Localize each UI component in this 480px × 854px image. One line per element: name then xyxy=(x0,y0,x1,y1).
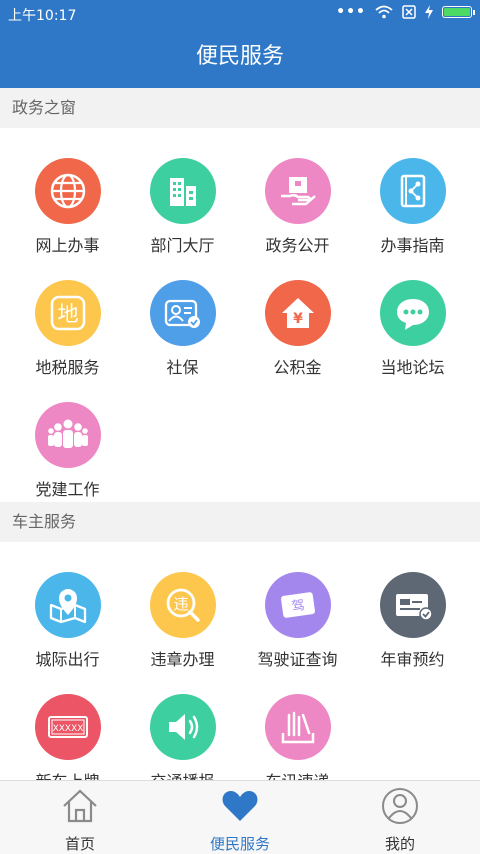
tab-label: 首页 xyxy=(64,835,95,853)
service-label: 社保 xyxy=(166,358,199,377)
service-tile[interactable]: 地地税服务 xyxy=(10,280,125,378)
tab-heart[interactable]: 便民服务 xyxy=(160,781,320,854)
charging-icon xyxy=(425,5,433,19)
service-label: 党建工作 xyxy=(35,480,100,499)
service-tile[interactable]: 年审预约 xyxy=(355,572,470,670)
service-label: 当地论坛 xyxy=(380,358,445,377)
people-group-icon xyxy=(34,402,101,468)
chat-bubble-icon xyxy=(379,280,446,346)
home-icon xyxy=(60,787,100,829)
service-label: 公积金 xyxy=(273,358,322,377)
wifi-icon xyxy=(375,5,393,19)
services-scroll[interactable]: 政务之窗 网上办事 部门大厅 政务公开 办事指南地地税服务 社保 ¥ 公积金 当地论坛 党建工作车… xyxy=(0,88,480,780)
service-label: 地税服务 xyxy=(35,358,100,377)
no-sim-icon xyxy=(402,5,416,19)
service-label: 办事指南 xyxy=(380,236,445,255)
license-card-icon: 驾 xyxy=(264,572,331,638)
bottom-tab-bar: 首页 便民服务 我的 xyxy=(0,780,480,854)
service-tile[interactable]: 当地论坛 xyxy=(355,280,470,378)
page-title: 便民服务 xyxy=(0,26,480,88)
more-dots-icon: ••• xyxy=(336,4,366,20)
hand-box-icon xyxy=(264,158,331,224)
service-label: 政务公开 xyxy=(265,236,330,255)
service-tile[interactable]: 网上办事 xyxy=(10,158,125,256)
house-yuan-icon: ¥ xyxy=(264,280,331,346)
status-icons: ••• xyxy=(336,4,475,20)
violation-search-icon: 违 xyxy=(149,572,216,638)
map-pin-icon xyxy=(34,572,101,638)
service-grid: 网上办事 部门大厅 政务公开 办事指南地地税服务 社保 ¥ 公积金 当地论坛 党建工作 xyxy=(0,128,480,502)
status-bar: 上午10:17 ••• xyxy=(0,0,480,26)
news-bars-icon xyxy=(264,694,331,760)
battery-level xyxy=(444,8,470,16)
battery-icon xyxy=(442,6,475,18)
service-tile[interactable]: 政务公开 xyxy=(240,158,355,256)
service-label: 网上办事 xyxy=(35,236,100,255)
tab-home[interactable]: 首页 xyxy=(0,781,160,854)
service-tile[interactable]: 违违章办理 xyxy=(125,572,240,670)
service-grid: 城际出行违违章办理驾驾驶证查询年审预约XXXXX新车上牌交通播报车讯速递 xyxy=(0,542,480,780)
service-tile[interactable]: 城际出行 xyxy=(10,572,125,670)
inspection-card-icon xyxy=(379,572,446,638)
service-tile[interactable]: 部门大厅 xyxy=(125,158,240,256)
section-header: 政务之窗 xyxy=(0,88,480,128)
speaker-icon xyxy=(149,694,216,760)
share-book-icon xyxy=(379,158,446,224)
heart-icon xyxy=(220,787,260,829)
service-label: 车讯速递 xyxy=(265,768,329,780)
building-icon xyxy=(149,158,216,224)
service-label: 交通播报 xyxy=(150,768,214,780)
service-label: 部门大厅 xyxy=(150,236,215,255)
license-plate-icon: XXXXX xyxy=(34,694,101,760)
svg-text:¥: ¥ xyxy=(293,311,303,327)
svg-text:XXXXX: XXXXX xyxy=(52,724,83,734)
service-label: 年审预约 xyxy=(380,650,445,669)
id-card-icon xyxy=(149,280,216,346)
user-icon xyxy=(380,787,420,829)
tab-user[interactable]: 我的 xyxy=(320,781,480,854)
service-tile[interactable]: ¥ 公积金 xyxy=(240,280,355,378)
tax-icon: 地 xyxy=(34,280,101,346)
service-tile[interactable]: XXXXX 新车上牌 xyxy=(10,694,125,780)
section-header: 车主服务 xyxy=(0,502,480,542)
tab-label: 我的 xyxy=(384,835,415,853)
service-tile[interactable]: 社保 xyxy=(125,280,240,378)
svg-text:驾: 驾 xyxy=(290,598,305,615)
service-tile[interactable]: 党建工作 xyxy=(10,402,125,500)
service-tile[interactable]: 交通播报 xyxy=(125,694,240,780)
globe-icon xyxy=(34,158,101,224)
service-tile[interactable]: 车讯速递 xyxy=(240,694,355,780)
tab-label: 便民服务 xyxy=(209,835,270,853)
service-label: 新车上牌 xyxy=(35,768,99,780)
service-label: 违章办理 xyxy=(150,650,215,669)
service-tile[interactable]: 驾驾驶证查询 xyxy=(240,572,355,670)
svg-text:违: 违 xyxy=(173,595,188,613)
status-time: 上午10:17 xyxy=(8,8,77,24)
service-tile[interactable]: 办事指南 xyxy=(355,158,470,256)
service-label: 城际出行 xyxy=(35,650,100,669)
svg-text:地: 地 xyxy=(57,302,78,326)
service-label: 驾驶证查询 xyxy=(257,650,338,669)
